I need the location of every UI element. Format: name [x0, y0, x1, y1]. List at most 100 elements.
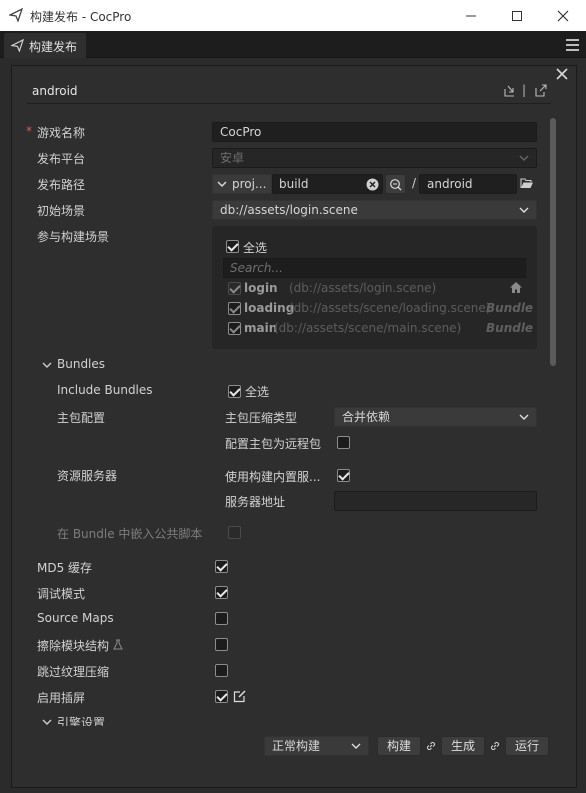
compression-type-select[interactable]: 合并依赖 — [334, 407, 537, 427]
sourcemaps-label: Source Maps — [37, 611, 114, 625]
chevron-down-icon — [519, 155, 529, 161]
chevron-down-icon — [351, 743, 361, 749]
splash-label: 启用插屏 — [37, 691, 86, 705]
clear-icon[interactable] — [366, 178, 379, 191]
scene-checkbox-main[interactable] — [228, 322, 241, 335]
make-button[interactable]: 生成 — [441, 736, 485, 756]
scene-search-input[interactable]: Search... — [223, 258, 526, 278]
chevron-down-icon[interactable] — [42, 361, 52, 369]
game-name-input[interactable]: CocPro — [212, 122, 537, 142]
platform-id: android — [32, 84, 78, 98]
chevron-down-icon — [519, 207, 529, 213]
folder-open-icon[interactable] — [520, 178, 534, 189]
server-address-label: 服务器地址 — [225, 495, 286, 509]
build-button[interactable]: 构建 — [377, 736, 421, 756]
search-icon — [390, 179, 402, 191]
path-prefix-value: proj... — [232, 177, 267, 191]
run-button[interactable]: 运行 — [505, 736, 549, 756]
scene-checkbox-loading[interactable] — [228, 302, 241, 315]
include-bundles-label: Include Bundles — [57, 383, 153, 397]
panel-scrollbar[interactable] — [550, 118, 556, 366]
path-separator: / — [412, 176, 417, 190]
debug-label: 调试模式 — [37, 587, 86, 601]
erase-modules-label: 擦除模块结构 — [37, 639, 110, 653]
compression-type-label: 主包压缩类型 — [225, 411, 298, 425]
start-scene-value: db://assets/login.scene — [220, 203, 358, 217]
link-icon — [426, 741, 436, 751]
import-icon[interactable] — [503, 84, 516, 97]
main-config-label: 主包配置 — [57, 411, 106, 425]
scene-path-login: (db://assets/login.scene) — [289, 281, 437, 295]
maximize-button[interactable] — [494, 0, 540, 31]
md5-label: MD5 缓存 — [37, 561, 93, 575]
select-all-scenes-label: 全选 — [243, 241, 268, 255]
erase-modules-checkbox[interactable] — [215, 638, 228, 651]
start-scene-select[interactable]: db://assets/login.scene — [212, 200, 537, 220]
path-value: build — [279, 177, 309, 191]
bundle-tag-loading: Bundle — [486, 301, 534, 315]
hamburger-menu-icon[interactable] — [566, 39, 579, 54]
engine-settings-label[interactable]: 引擎设置 — [57, 714, 105, 726]
server-address-input[interactable] — [334, 491, 537, 511]
remote-main-checkbox[interactable] — [337, 436, 350, 449]
builtin-server-label: 使用构建内置服... — [225, 470, 321, 484]
panel-close-icon[interactable] — [555, 67, 569, 81]
embed-scripts-checkbox — [228, 526, 241, 539]
path-input[interactable]: build — [272, 174, 383, 194]
tab-build-publish[interactable]: 构建发布 — [4, 33, 86, 58]
bundles-section-label[interactable]: Bundles — [57, 357, 105, 371]
window-title: 构建发布 - CocPro — [30, 10, 132, 24]
home-icon — [510, 282, 522, 293]
chevron-down-icon[interactable] — [42, 718, 52, 726]
window-close-button[interactable] — [540, 0, 586, 31]
send-icon — [11, 39, 24, 52]
chevron-down-icon — [217, 181, 227, 187]
platform-header: android | — [27, 78, 551, 104]
scene-name-loading: loading — [244, 301, 295, 315]
window-titlebar: 构建发布 - CocPro — [0, 0, 586, 31]
path-suffix-input[interactable]: android — [419, 174, 517, 194]
tab-bar: 构建发布 — [0, 31, 586, 58]
export-icon[interactable] — [534, 84, 547, 97]
bundle-tag-main: Bundle — [486, 321, 534, 335]
build-mode-value: 正常构建 — [272, 739, 321, 753]
scene-name-main: main — [244, 321, 278, 335]
chevron-down-icon — [519, 414, 529, 420]
scene-path-main: (db://assets/scene/main.scene) — [274, 321, 462, 335]
path-label: 发布路径 — [37, 178, 86, 192]
debug-checkbox[interactable] — [215, 586, 228, 599]
minimize-icon — [466, 15, 476, 16]
close-icon — [557, 10, 569, 21]
search-path-button[interactable] — [385, 174, 406, 194]
scene-checkbox-login — [228, 282, 241, 295]
md5-checkbox[interactable] — [215, 560, 228, 573]
embed-scripts-label: 在 Bundle 中嵌入公共脚本 — [57, 527, 203, 541]
remote-main-label: 配置主包为远程包 — [225, 437, 322, 451]
edit-icon[interactable] — [233, 690, 246, 703]
skip-compress-label: 跳过纹理压缩 — [37, 665, 110, 679]
path-prefix-select[interactable]: proj... — [212, 174, 272, 194]
minimize-button[interactable] — [448, 0, 494, 31]
scene-path-loading: (db://assets/scene/loading.scene) — [289, 301, 491, 315]
separator: | — [522, 83, 527, 97]
include-bundles-checkbox[interactable] — [228, 385, 241, 398]
platform-value: 安卓 — [220, 151, 245, 165]
platform-label: 发布平台 — [37, 152, 86, 166]
builtin-server-checkbox[interactable] — [337, 469, 350, 482]
splash-checkbox[interactable] — [215, 690, 228, 703]
build-mode-select[interactable]: 正常构建 — [264, 736, 369, 756]
tab-label: 构建发布 — [29, 40, 78, 54]
scene-name-login: login — [244, 281, 278, 295]
select-all-scenes-checkbox[interactable] — [226, 240, 239, 253]
maximize-icon — [512, 10, 522, 21]
include-bundles-select-all: 全选 — [245, 385, 270, 399]
send-app-icon — [9, 8, 23, 22]
link-icon — [490, 741, 500, 751]
game-name-label: 游戏名称 — [37, 126, 86, 140]
experimental-flask-icon — [113, 639, 123, 650]
start-scene-label: 初始场景 — [37, 204, 86, 218]
platform-select: 安卓 — [212, 148, 537, 168]
sourcemaps-checkbox[interactable] — [215, 612, 228, 625]
build-scenes-label: 参与构建场景 — [37, 230, 110, 244]
skip-compress-checkbox[interactable] — [215, 664, 228, 677]
